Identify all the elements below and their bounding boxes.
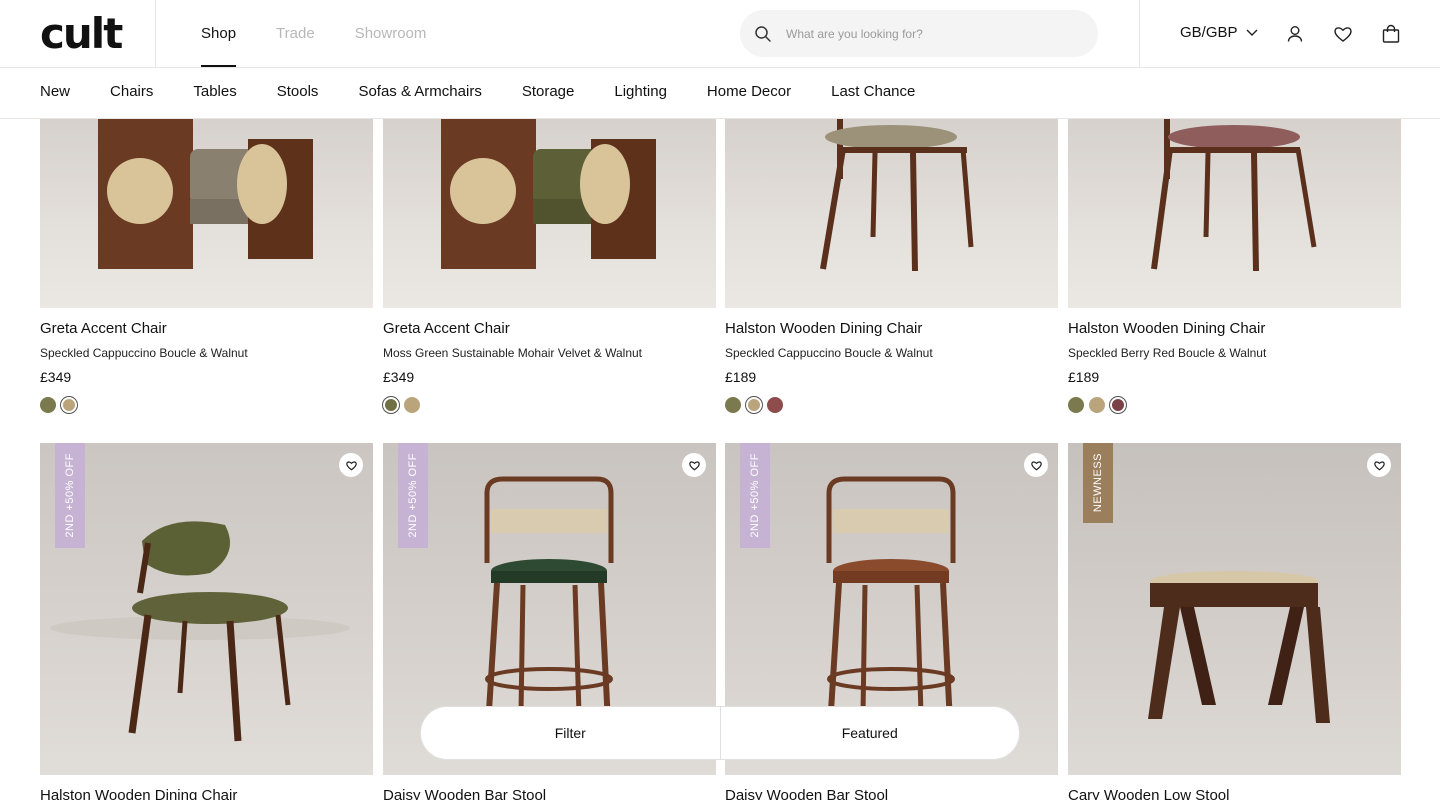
badge-text: 2ND +50% OFF [64, 453, 76, 538]
category-chairs[interactable]: Chairs [110, 68, 153, 116]
category-last-chance[interactable]: Last Chance [831, 68, 915, 116]
dining-chair-illustration [1151, 119, 1317, 272]
category-sofas-armchairs[interactable]: Sofas & Armchairs [358, 68, 481, 116]
dining-chair-illustration [50, 521, 350, 742]
shopping-bag-icon[interactable] [1380, 23, 1402, 45]
currency-label: GB/GBP [1180, 24, 1238, 41]
category-nav: New Chairs Tables Stools Sofas & Armchai… [0, 68, 1440, 119]
dining-chair-illustration [820, 119, 974, 272]
product-variant: Speckled Cappuccino Boucle & Walnut [725, 346, 933, 360]
search-input[interactable] [786, 10, 1086, 57]
low-stool-illustration [1148, 571, 1330, 723]
product-title[interactable]: Daisy Wooden Bar Stool [725, 787, 888, 800]
chevron-down-icon [1246, 29, 1258, 36]
badge-text: 2ND +50% OFF [407, 453, 419, 538]
promo-badge: 2ND +50% OFF [740, 443, 770, 548]
color-swatches [725, 396, 783, 414]
newness-badge: NEWNESS [1083, 443, 1113, 523]
swatch-olive[interactable] [1068, 397, 1084, 413]
color-swatches [40, 396, 78, 414]
wishlist-heart-icon[interactable] [1332, 23, 1354, 45]
tab-showroom[interactable]: Showroom [355, 0, 427, 67]
filter-sort-bar: Filter Featured [420, 706, 1020, 760]
product-title[interactable]: Greta Accent Chair [383, 320, 510, 337]
primary-tabs: Shop Trade Showroom [201, 0, 426, 67]
promo-badge: 2ND +50% OFF [398, 443, 428, 548]
color-swatches [1068, 396, 1127, 414]
accent-chair-illustration [441, 119, 656, 269]
category-lighting[interactable]: Lighting [614, 68, 667, 116]
product-variant: Moss Green Sustainable Mohair Velvet & W… [383, 346, 643, 360]
wishlist-button[interactable] [1024, 453, 1048, 477]
sort-button[interactable]: Featured [721, 707, 1020, 759]
heart-icon [345, 461, 357, 471]
swatch-berry-red[interactable] [767, 397, 783, 413]
product-variant: Speckled Cappuccino Boucle & Walnut [40, 346, 248, 360]
product-image[interactable] [40, 119, 373, 308]
swatch-cappuccino[interactable] [745, 396, 763, 414]
product-variant: Speckled Berry Red Boucle & Walnut [1068, 346, 1267, 360]
category-stools[interactable]: Stools [277, 68, 319, 116]
swatch-cappuccino[interactable] [404, 397, 420, 413]
product-image[interactable]: 2ND +50% OFF [40, 443, 373, 775]
color-swatches [382, 396, 420, 414]
search-icon[interactable] [754, 25, 772, 43]
account-icon[interactable] [1284, 23, 1306, 45]
site-header: cult Shop Trade Showroom GB/GBP [0, 0, 1440, 68]
product-price: £189 [1068, 369, 1100, 385]
search-bar [740, 10, 1098, 57]
accent-chair-illustration [98, 119, 313, 269]
heart-icon [688, 461, 700, 471]
product-title[interactable]: Daisy Wooden Bar Stool [383, 787, 546, 800]
product-title[interactable]: Greta Accent Chair [40, 320, 167, 337]
category-storage[interactable]: Storage [522, 68, 575, 116]
wishlist-button[interactable] [682, 453, 706, 477]
badge-text: 2ND +50% OFF [749, 453, 761, 538]
product-image[interactable] [725, 119, 1058, 308]
category-tables[interactable]: Tables [193, 68, 236, 116]
swatch-olive[interactable] [725, 397, 741, 413]
product-title[interactable]: Halston Wooden Dining Chair [40, 787, 237, 800]
heart-icon [1030, 461, 1042, 471]
badge-text: NEWNESS [1092, 453, 1104, 513]
product-price: £349 [383, 369, 415, 385]
swatch-cappuccino[interactable] [60, 396, 78, 414]
promo-badge: 2ND +50% OFF [55, 443, 85, 548]
category-home-decor[interactable]: Home Decor [707, 68, 791, 116]
product-image[interactable] [383, 119, 716, 308]
cult-logo[interactable]: cult [40, 13, 123, 55]
product-image[interactable]: NEWNESS [1068, 443, 1401, 775]
header-divider [155, 0, 156, 67]
swatch-berry-red[interactable] [1109, 396, 1127, 414]
heart-icon [1373, 461, 1385, 471]
product-title[interactable]: Halston Wooden Dining Chair [1068, 320, 1265, 337]
currency-selector[interactable]: GB/GBP [1180, 24, 1258, 41]
product-title[interactable]: Halston Wooden Dining Chair [725, 320, 922, 337]
swatch-moss-green[interactable] [382, 396, 400, 414]
product-image[interactable] [1068, 119, 1401, 308]
product-price: £349 [40, 369, 72, 385]
swatch-olive[interactable] [40, 397, 56, 413]
product-price: £189 [725, 369, 757, 385]
tab-shop[interactable]: Shop [201, 0, 237, 67]
wishlist-button[interactable] [339, 453, 363, 477]
category-new[interactable]: New [40, 68, 70, 116]
tab-trade[interactable]: Trade [276, 0, 315, 67]
filter-button[interactable]: Filter [421, 707, 720, 759]
product-title[interactable]: Cary Wooden Low Stool [1068, 787, 1229, 800]
header-divider-right [1139, 0, 1140, 67]
wishlist-button[interactable] [1367, 453, 1391, 477]
swatch-cappuccino[interactable] [1089, 397, 1105, 413]
